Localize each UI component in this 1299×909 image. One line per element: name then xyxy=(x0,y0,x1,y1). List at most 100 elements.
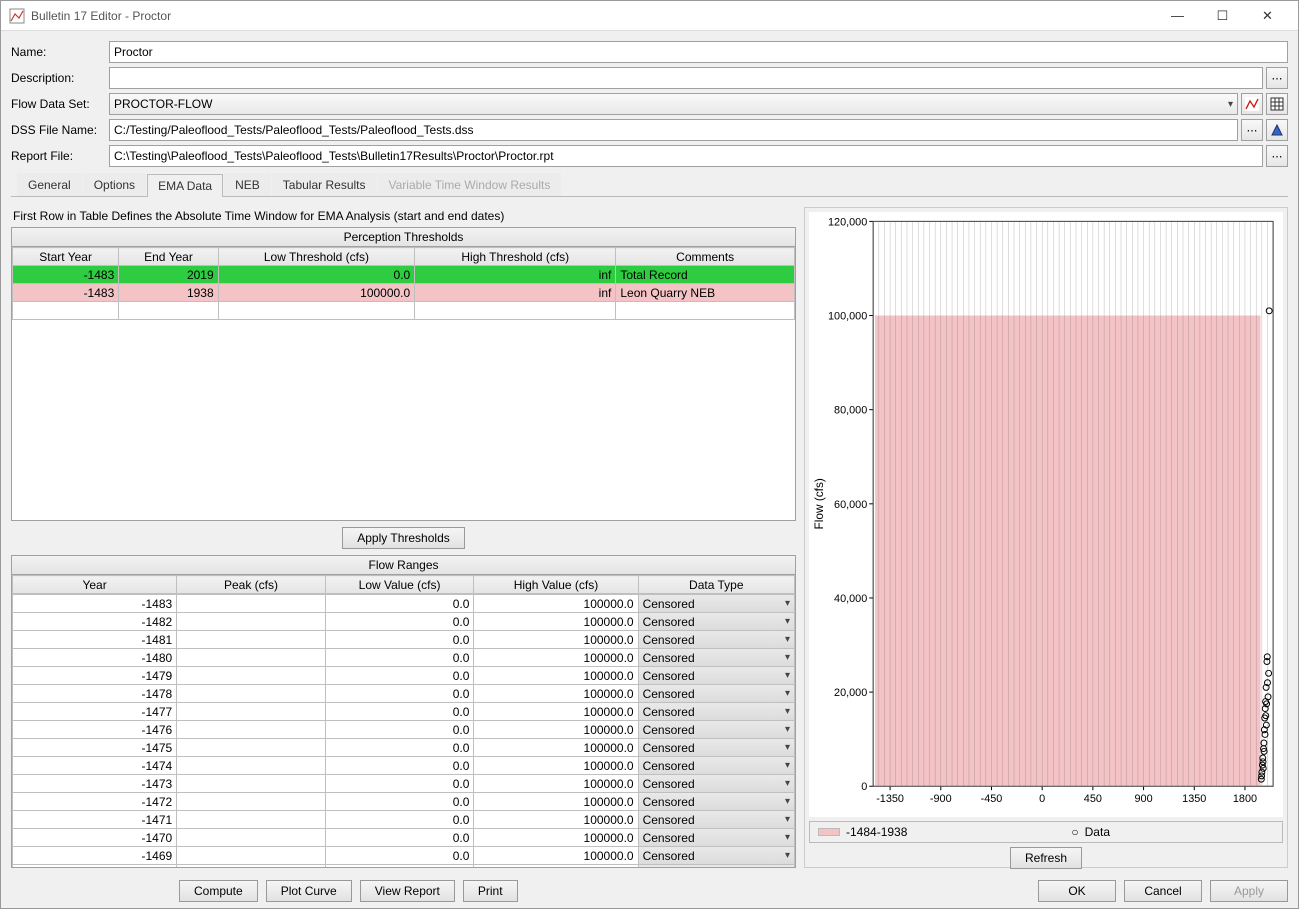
chart-legend: -1484-1938 ○ Data xyxy=(809,821,1283,843)
tab-strip: GeneralOptionsEMA DataNEBTabular Results… xyxy=(11,173,1288,197)
close-button[interactable]: ✕ xyxy=(1245,2,1290,30)
flow-ranges-header-table: YearPeak (cfs)Low Value (cfs)High Value … xyxy=(12,575,795,594)
table-row[interactable]: -14750.0100000.0Censored▾ xyxy=(13,739,795,757)
table-row[interactable]: -14710.0100000.0Censored▾ xyxy=(13,811,795,829)
column-header: End Year xyxy=(119,248,218,266)
tab-options[interactable]: Options xyxy=(83,173,146,196)
svg-text:80,000: 80,000 xyxy=(834,405,867,417)
apply-button[interactable]: Apply xyxy=(1210,880,1288,902)
column-header: Start Year xyxy=(13,248,119,266)
apply-thresholds-button[interactable]: Apply Thresholds xyxy=(342,527,465,549)
svg-text:0: 0 xyxy=(861,781,867,793)
legend-data-marker: ○ xyxy=(1071,825,1078,839)
data-type-select[interactable]: Censored▾ xyxy=(639,667,794,684)
tab-neb[interactable]: NEB xyxy=(224,173,271,196)
svg-text:120,000: 120,000 xyxy=(828,216,867,228)
name-input[interactable] xyxy=(109,41,1288,63)
svg-text:Flow (cfs): Flow (cfs) xyxy=(812,478,826,529)
chevron-down-icon: ▾ xyxy=(785,850,790,861)
flow-chart: 020,00040,00060,00080,000100,000120,000-… xyxy=(809,212,1283,817)
print-button[interactable]: Print xyxy=(463,880,518,902)
data-type-select[interactable]: Censored▾ xyxy=(639,829,794,846)
chevron-down-icon: ▾ xyxy=(785,832,790,843)
chevron-down-icon: ▾ xyxy=(785,670,790,681)
table-row[interactable]: -14720.0100000.0Censored▾ xyxy=(13,793,795,811)
column-header: Peak (cfs) xyxy=(177,576,326,594)
data-type-select[interactable]: Censored▾ xyxy=(639,793,794,810)
table-row[interactable]: -14820.0100000.0Censored▾ xyxy=(13,613,795,631)
svg-text:40,000: 40,000 xyxy=(834,593,867,605)
view-report-button[interactable]: View Report xyxy=(360,880,455,902)
tab-general[interactable]: General xyxy=(17,173,82,196)
data-type-select[interactable]: Censored▾ xyxy=(639,757,794,774)
table-row[interactable]: -14760.0100000.0Censored▾ xyxy=(13,721,795,739)
report-file-label: Report File: xyxy=(11,149,109,163)
svg-text:1350: 1350 xyxy=(1182,793,1206,805)
refresh-button[interactable]: Refresh xyxy=(1010,847,1082,869)
chevron-down-icon: ▾ xyxy=(1228,99,1233,110)
data-type-select[interactable]: Censored▾ xyxy=(639,865,794,867)
flow-data-set-label: Flow Data Set: xyxy=(11,97,109,111)
table-row[interactable]: -14680.0100000.0Censored▾ xyxy=(13,865,795,868)
flow-data-set-select[interactable]: PROCTOR-FLOW ▾ xyxy=(109,93,1238,115)
column-header: High Value (cfs) xyxy=(474,576,638,594)
dss-chart-icon[interactable] xyxy=(1266,119,1288,141)
dss-browse-button[interactable]: ⋯ xyxy=(1241,119,1263,141)
flow-chart-icon-1[interactable] xyxy=(1241,93,1263,115)
report-browse-button[interactable]: ⋯ xyxy=(1266,145,1288,167)
data-type-select[interactable]: Censored▾ xyxy=(639,685,794,702)
data-type-select[interactable]: Censored▾ xyxy=(639,649,794,666)
table-row[interactable]: -14730.0100000.0Censored▾ xyxy=(13,775,795,793)
compute-button[interactable]: Compute xyxy=(179,880,258,902)
svg-text:100,000: 100,000 xyxy=(828,310,867,322)
column-header: Low Threshold (cfs) xyxy=(218,248,415,266)
svg-text:450: 450 xyxy=(1084,793,1102,805)
report-file-input[interactable] xyxy=(109,145,1263,167)
table-row[interactable]: -14690.0100000.0Censored▾ xyxy=(13,847,795,865)
table-row[interactable]: -14700.0100000.0Censored▾ xyxy=(13,829,795,847)
chevron-down-icon: ▾ xyxy=(785,598,790,609)
table-row[interactable]: -14740.0100000.0Censored▾ xyxy=(13,757,795,775)
svg-text:-900: -900 xyxy=(930,793,952,805)
dss-file-input[interactable] xyxy=(109,119,1238,141)
flow-ranges-table[interactable]: -14830.0100000.0Censored▾-14820.0100000.… xyxy=(12,594,795,867)
flow-table-icon[interactable] xyxy=(1266,93,1288,115)
legend-shade-swatch xyxy=(818,828,840,836)
table-row[interactable]: -14831938100000.0infLeon Quarry NEB xyxy=(13,284,795,302)
table-row[interactable]: -148320190.0infTotal Record xyxy=(13,266,795,284)
table-row[interactable]: -14830.0100000.0Censored▾ xyxy=(13,595,795,613)
description-label: Description: xyxy=(11,71,109,85)
dss-file-label: DSS File Name: xyxy=(11,123,109,137)
description-browse-button[interactable]: ⋯ xyxy=(1266,67,1288,89)
data-type-select[interactable]: Censored▾ xyxy=(639,739,794,756)
column-header: Comments xyxy=(616,248,795,266)
svg-text:-450: -450 xyxy=(981,793,1003,805)
description-input[interactable] xyxy=(109,67,1263,89)
tab-tabular-results[interactable]: Tabular Results xyxy=(272,173,377,196)
bottom-button-bar: Compute Plot Curve View Report Print OK … xyxy=(1,874,1298,908)
maximize-button[interactable]: ☐ xyxy=(1200,2,1245,30)
minimize-button[interactable]: — xyxy=(1155,2,1200,30)
data-type-select[interactable]: Censored▾ xyxy=(639,703,794,720)
table-row[interactable]: -14800.0100000.0Censored▾ xyxy=(13,649,795,667)
data-type-select[interactable]: Censored▾ xyxy=(639,613,794,630)
tab-ema-data[interactable]: EMA Data xyxy=(147,174,223,197)
perception-thresholds-table[interactable]: Start YearEnd YearLow Threshold (cfs)Hig… xyxy=(12,247,795,320)
plot-curve-button[interactable]: Plot Curve xyxy=(266,880,352,902)
data-type-select[interactable]: Censored▾ xyxy=(639,631,794,648)
table-row[interactable]: -14790.0100000.0Censored▾ xyxy=(13,667,795,685)
table-row[interactable]: -14770.0100000.0Censored▾ xyxy=(13,703,795,721)
form-area: Name: Description: ⋯ Flow Data Set: PROC… xyxy=(1,31,1298,201)
ok-button[interactable]: OK xyxy=(1038,880,1116,902)
column-header: Data Type xyxy=(638,576,794,594)
data-type-select[interactable]: Censored▾ xyxy=(639,721,794,738)
table-row[interactable]: -14780.0100000.0Censored▾ xyxy=(13,685,795,703)
table-row[interactable]: -14810.0100000.0Censored▾ xyxy=(13,631,795,649)
data-type-select[interactable]: Censored▾ xyxy=(639,847,794,864)
data-type-select[interactable]: Censored▾ xyxy=(639,595,794,612)
title-bar: Bulletin 17 Editor - Proctor — ☐ ✕ xyxy=(1,1,1298,31)
data-type-select[interactable]: Censored▾ xyxy=(639,775,794,792)
table-row[interactable] xyxy=(13,302,795,320)
data-type-select[interactable]: Censored▾ xyxy=(639,811,794,828)
cancel-button[interactable]: Cancel xyxy=(1124,880,1202,902)
